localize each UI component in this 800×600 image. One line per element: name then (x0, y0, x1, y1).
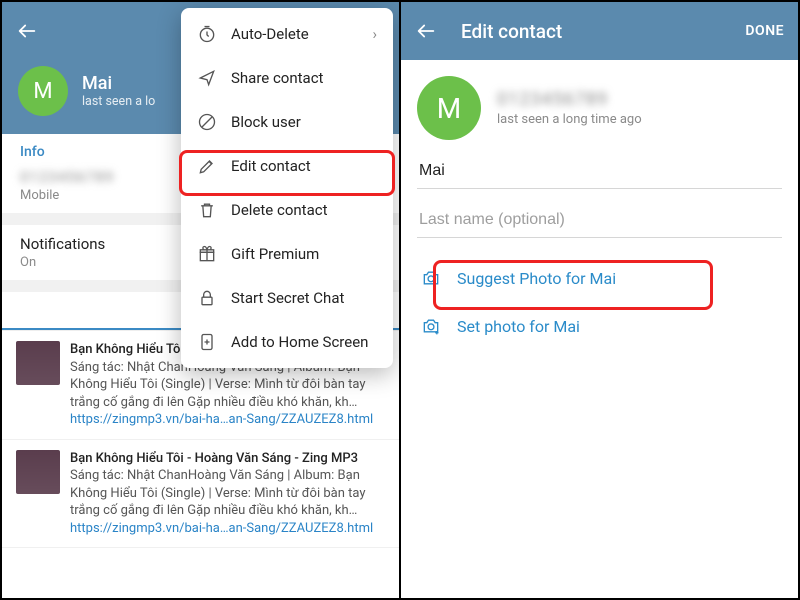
last-seen-status: last seen a long time ago (497, 112, 642, 127)
lock-icon (197, 288, 217, 308)
done-button[interactable]: DONE (745, 23, 784, 39)
menu-gift-premium[interactable]: Gift Premium (181, 232, 393, 276)
menu-label: Edit contact (231, 157, 311, 175)
avatar[interactable]: M (417, 76, 481, 140)
menu-block-user[interactable]: Block user (181, 100, 393, 144)
edit-contact-screen: Edit contact DONE M 0123456789 last seen… (399, 0, 800, 600)
last-name-field[interactable] (417, 203, 782, 238)
back-icon[interactable] (415, 20, 437, 42)
contact-header-row: M 0123456789 last seen a long time ago (417, 76, 782, 140)
menu-start-secret-chat[interactable]: Start Secret Chat (181, 276, 393, 320)
action-label: Set photo for Mai (457, 317, 580, 336)
block-icon (197, 112, 217, 132)
action-label: Suggest Photo for Mai (457, 269, 616, 288)
link-thumbnail (16, 341, 60, 385)
menu-label: Gift Premium (231, 245, 319, 263)
page-title: Edit contact (461, 20, 562, 43)
menu-add-home-screen[interactable]: Add to Home Screen (181, 320, 393, 364)
header: Edit contact DONE (401, 2, 798, 60)
menu-auto-delete[interactable]: Auto-Delete › (181, 12, 393, 56)
contact-profile-screen: M Mai last seen a lo Info 0123456789 Mob… (0, 0, 401, 600)
first-name-field[interactable] (417, 154, 782, 189)
link-description: Sáng tác: Nhật ChanHoàng Văn Sáng | Albu… (70, 467, 385, 520)
share-icon (197, 68, 217, 88)
last-seen-status: last seen a lo (82, 94, 155, 109)
menu-label: Block user (231, 113, 301, 131)
menu-label: Delete contact (231, 201, 328, 219)
contact-name: Mai (82, 73, 155, 94)
suggest-photo-button[interactable]: Suggest Photo for Mai (417, 254, 782, 302)
menu-label: Add to Home Screen (231, 333, 368, 351)
chevron-right-icon: › (372, 25, 377, 43)
link-thumbnail (16, 450, 60, 494)
pencil-icon (197, 156, 217, 176)
timer-icon (197, 24, 217, 44)
home-add-icon (197, 332, 217, 352)
menu-label: Start Secret Chat (231, 289, 344, 307)
avatar[interactable]: M (18, 66, 68, 116)
trash-icon (197, 200, 217, 220)
back-icon[interactable] (16, 20, 38, 42)
link-title: Bạn Không Hiểu Tôi - Hoàng Văn Sáng - Zi… (70, 450, 385, 468)
camera-suggest-icon (421, 268, 441, 288)
menu-share-contact[interactable]: Share contact (181, 56, 393, 100)
link-url: https://zingmp3.vn/bai-ha…an-Sang/ZZAUZE… (70, 520, 385, 538)
menu-edit-contact[interactable]: Edit contact (181, 144, 393, 188)
gift-icon (197, 244, 217, 264)
link-url: https://zingmp3.vn/bai-ha…an-Sang/ZZAUZE… (70, 411, 385, 429)
menu-label: Share contact (231, 69, 323, 87)
menu-label: Auto-Delete (231, 25, 309, 43)
camera-add-icon (421, 316, 441, 336)
overflow-menu: Auto-Delete › Share contact Block user E… (181, 8, 393, 368)
menu-delete-contact[interactable]: Delete contact (181, 188, 393, 232)
list-item[interactable]: Bạn Không Hiểu Tôi - Hoàng Văn Sáng - Zi… (2, 440, 399, 549)
set-photo-button[interactable]: Set photo for Mai (417, 302, 782, 350)
contact-phone: 0123456789 (497, 89, 642, 110)
